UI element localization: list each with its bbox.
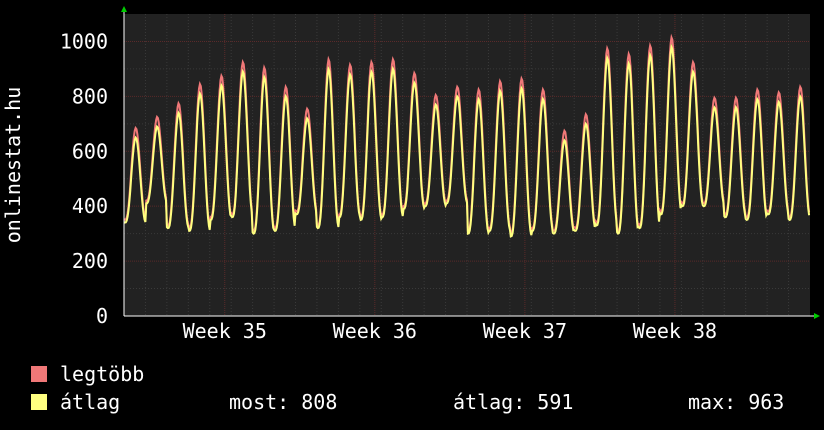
y-axis-label: onlinestat.hu (1, 87, 25, 244)
legend-swatch-avg (30, 393, 48, 411)
legend-swatch-max (30, 365, 48, 383)
x-tick-label: Week 37 (483, 319, 567, 343)
y-tick-label: 800 (72, 84, 108, 108)
x-axis-arrow (814, 313, 820, 319)
x-tick-label: Week 35 (183, 319, 267, 343)
y-tick-label: 600 (72, 139, 108, 163)
stat-current: most: 808 (229, 390, 338, 414)
legend-label-avg: átlag (60, 390, 121, 414)
y-tick-label: 1000 (60, 29, 108, 53)
y-tick-label: 400 (72, 194, 108, 218)
traffic-chart: 0 200 400 600 800 1000 Week 35 Week 36 Week 37 We… (1, 6, 820, 343)
stat-average: átlag: 591 (453, 390, 574, 414)
x-tick-label: Week 36 (333, 319, 417, 343)
legend-label-max: legtöbb (60, 362, 145, 386)
y-tick-label: 0 (96, 304, 108, 328)
stat-maximum: max: 963 (688, 390, 785, 414)
x-tick-label: Week 38 (633, 319, 717, 343)
y-tick-label: 200 (72, 249, 108, 273)
y-axis-arrow (121, 6, 127, 12)
